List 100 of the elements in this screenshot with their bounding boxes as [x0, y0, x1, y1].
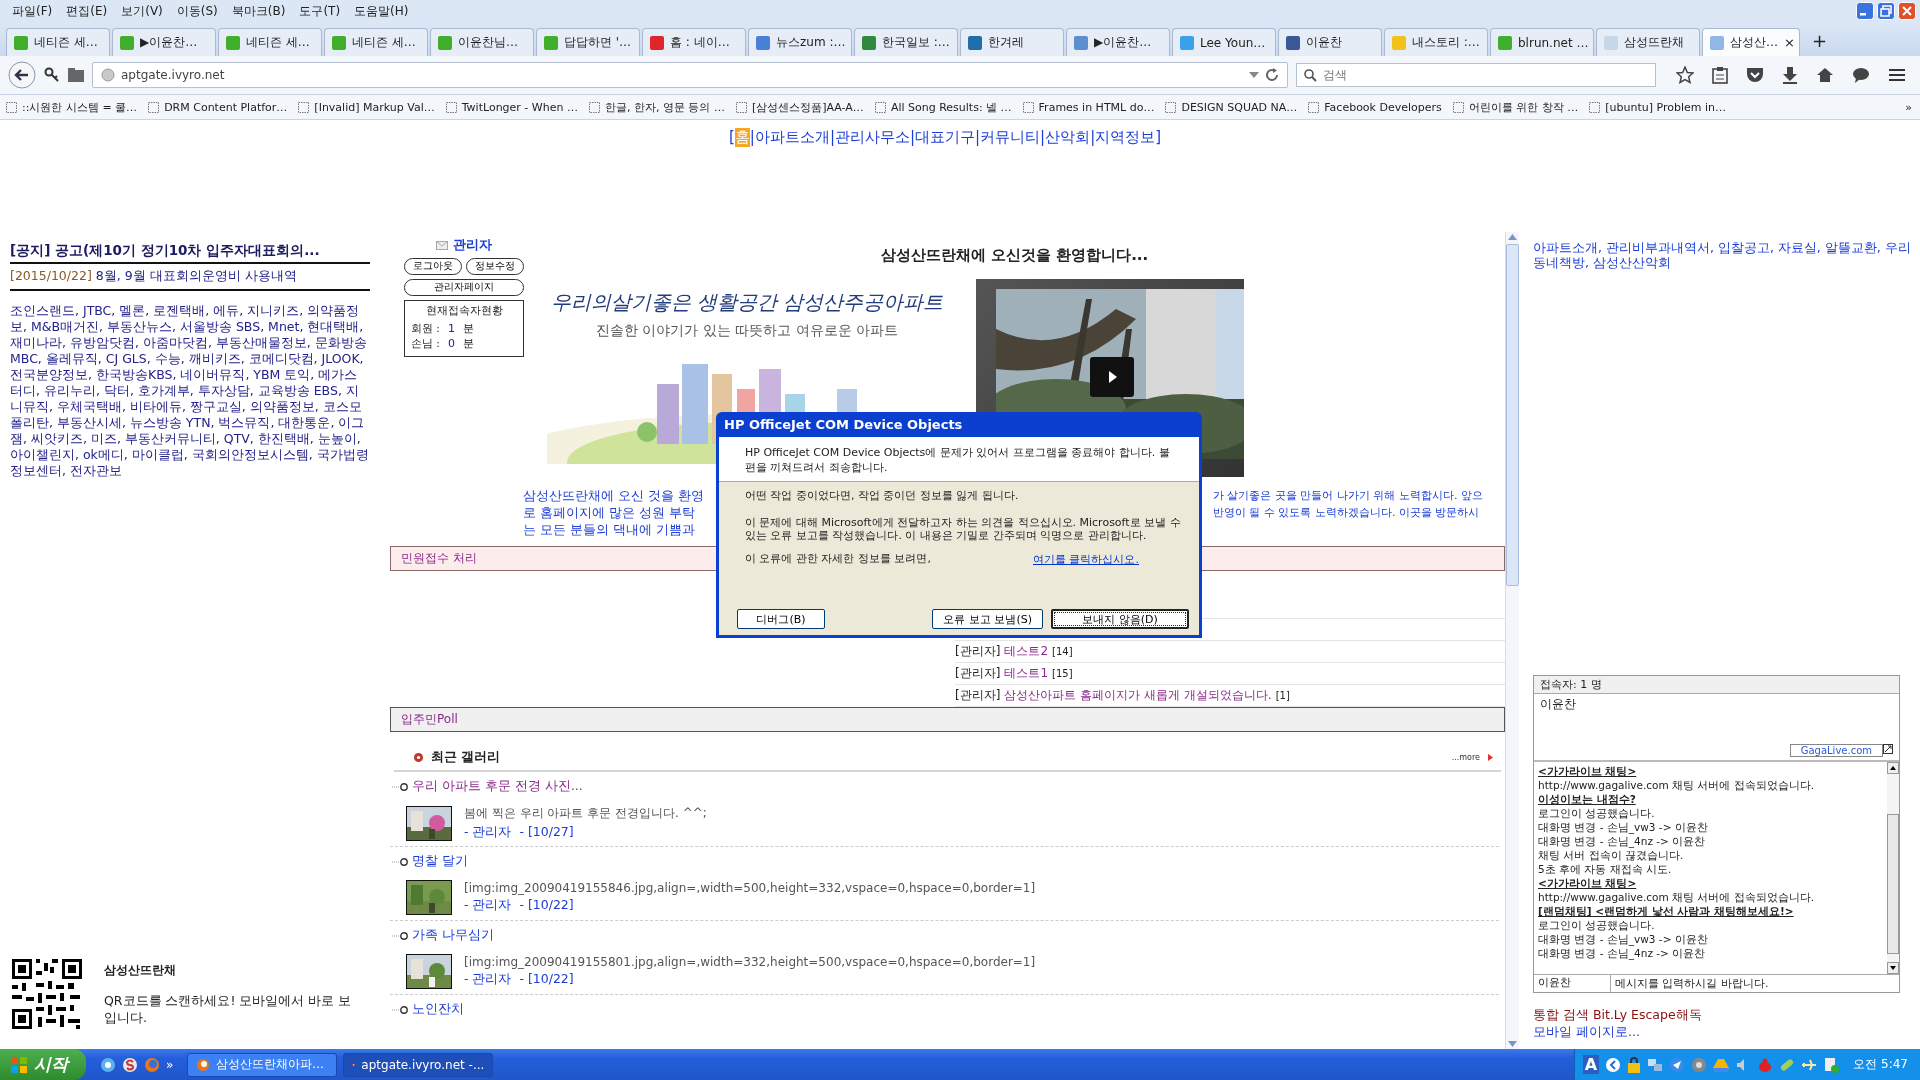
browser-tab[interactable]: 이윤찬님… [430, 28, 534, 56]
bookmark-item[interactable]: DESIGN SQUAD NA… [1165, 100, 1298, 114]
new-tab-button[interactable]: + [1802, 30, 1838, 56]
scroll-up-icon[interactable] [1887, 762, 1899, 774]
post-link[interactable]: 테스트2 [1004, 643, 1048, 660]
popout-icon[interactable] [1883, 744, 1893, 754]
dialog-button[interactable]: 보내지 않음(D) [1051, 609, 1189, 629]
gallery-post-link[interactable]: 우리 아파트 후문 전경 사진... [412, 778, 583, 795]
post-link[interactable]: 테스트1 [1004, 665, 1048, 682]
tab-close-button[interactable]: × [1784, 35, 1795, 50]
bookmark-item[interactable]: [ubuntu] Problem in… [1589, 100, 1727, 114]
notice-title[interactable]: [공지] 공고(제10기 정기10차 입주자대표회의... [10, 242, 370, 264]
browser-tab[interactable]: 삼성뜨란채 [1596, 28, 1700, 56]
back-icon[interactable] [8, 61, 36, 89]
bookmark-item[interactable]: All Song Results: 넬 … [874, 99, 1012, 115]
browser-tab[interactable]: 삼성산… × [1702, 28, 1800, 56]
bookmark-item[interactable]: [삼성센스정품]AA-A… [735, 99, 864, 115]
reload-icon[interactable] [1265, 68, 1279, 82]
more-button[interactable]: » [166, 1057, 174, 1072]
site-nav-link[interactable]: 대표기구 [915, 127, 975, 147]
browser-tab[interactable]: 한국일보 :… [854, 28, 958, 56]
scroll-down-icon[interactable] [1887, 962, 1899, 974]
bookmark-item[interactable]: ::시원한 시스템 = 쿨… [6, 99, 138, 115]
browser-tab[interactable]: 네티즌 세… [6, 28, 110, 56]
menu-item[interactable]: 도움말(H) [348, 2, 415, 20]
gallery-post-link[interactable]: 명찰 달기 [412, 853, 468, 870]
page-scrollbar[interactable] [1505, 232, 1519, 1049]
browser-tab[interactable]: blrun.net … [1490, 28, 1594, 56]
menu-item[interactable]: 파일(F) [6, 2, 59, 20]
menu-item[interactable]: 북마크(B) [225, 2, 292, 20]
board-title[interactable]: 민원접수 처리 [401, 550, 477, 567]
key-icon[interactable] [44, 67, 60, 83]
browser-tab[interactable]: 네티즌 세… [218, 28, 322, 56]
browser-tab[interactable]: 네티즌 세… [324, 28, 428, 56]
send-icon[interactable] [1669, 1056, 1686, 1073]
taskbar-button[interactable]: aptgate.ivyro.net -... [343, 1052, 494, 1077]
dialog-button[interactable]: 오류 보고 보냄(S) [932, 609, 1043, 629]
clipboard-icon[interactable] [1712, 66, 1728, 84]
menu-item[interactable]: 보기(V) [115, 2, 169, 20]
browser-tab[interactable]: 한겨레 [960, 28, 1064, 56]
menu-icon[interactable] [1888, 68, 1906, 82]
document-icon[interactable] [1823, 1056, 1840, 1073]
search-link[interactable]: 통합 검색 Bit.Ly Escape해독 [1533, 1007, 1914, 1024]
browser-tab[interactable]: 이윤찬 [1278, 28, 1382, 56]
bookmark-item[interactable]: 한글, 한자, 영문 등의 … [588, 99, 725, 115]
site-nav-link[interactable]: 지역정보 [1095, 127, 1156, 147]
bookmark-item[interactable]: 어린이를 위한 창작 … [1452, 99, 1579, 115]
menu-item[interactable]: 도구(T) [293, 2, 347, 20]
browser-tab[interactable]: 내스토리 :… [1384, 28, 1488, 56]
gallery-post-link[interactable]: 가족 나무심기 [412, 927, 494, 944]
maximize-icon[interactable] [1877, 2, 1895, 20]
post-link[interactable]: 8월, 9월 대표회의운영비 사용내역 [95, 268, 297, 283]
details-link[interactable]: 여기를 클릭하십시오. [1033, 552, 1139, 567]
site-nav-link[interactable]: 산악회 [1045, 127, 1091, 147]
bookmark-item[interactable]: Frames in HTML do… [1022, 100, 1155, 114]
input-method-indicator[interactable]: A [1582, 1055, 1600, 1074]
browser-tab[interactable]: ▶이윤찬… [1066, 28, 1170, 56]
menu-item[interactable]: 이동(S) [170, 2, 224, 20]
mobile-page-link[interactable]: 모바일 페이지로... [1533, 1024, 1914, 1041]
bookmark-item[interactable]: TwitLonger - When … [445, 100, 578, 114]
taskbar-button[interactable]: 삼성산뜨란채아파... [187, 1052, 338, 1077]
chat-icon[interactable] [1852, 67, 1870, 83]
site-nav-link[interactable]: 관리사무소 [834, 127, 910, 147]
s-logo-icon[interactable] [122, 1056, 138, 1073]
gallery-post-link[interactable]: 노인잔치 [412, 1001, 464, 1018]
lock-icon[interactable] [1627, 1056, 1642, 1073]
download-icon[interactable] [1782, 66, 1798, 84]
pocket-icon[interactable] [1746, 67, 1764, 83]
partner-links[interactable]: 조인스랜드, JTBC, 멜론, 로젠택배, 에듀, 지니키즈, 의약품정보, M&B매거진, 부동산뉴스, 서울방송 SBS, Mnet, 현대택배, 재미나라, 유방암닷컴, 아줌마닷컴, 부동산매물정보, 문화방송 MBC, 올레뮤직, CJ GLS, 수능, 깨비키즈, 코메디닷컴, JLOOK, 전국분양정보, 한국방송KBS, 네이버뮤직, YBM 토익, 메가스터디, 유리누리, 닥터, 호가계부, 투자상담, 교육방송 EBS, 지니뮤직, 우체국택배, 비타에듀, 짱구교실, 의약품정보, 코스모폴리탄, 부동산시세, 뉴스방송 YTN, 벅스뮤직, 대한통운, 이그잼, 씨앗키즈, 미즈, 부동산커뮤니티, QTV, 한진택배, 눈높이, 아이챌린지, ok메디, 마이클럽, 국회의안정보시스템, 국가법령정보센터, 전자관보 [10, 303, 370, 479]
bookmark-item[interactable]: [Invalid] Markup Val… [298, 100, 435, 114]
folder-icon[interactable] [68, 68, 84, 82]
dropdown-icon[interactable] [1249, 72, 1259, 78]
brand-link[interactable]: GagaLive.com [1789, 744, 1883, 757]
post-link[interactable]: 삼성산아파트 홈페이지가 새롭게 개설되었습니다. [1004, 687, 1272, 704]
bookmark-item[interactable]: DRM Content Platfor… [148, 100, 288, 114]
board-title[interactable]: 입주민Poll [401, 711, 458, 728]
minimize-icon[interactable] [1856, 2, 1874, 20]
browser-tab[interactable]: ▶이윤찬… [112, 28, 216, 56]
account-button[interactable]: 로그아웃 [404, 258, 462, 275]
admin-page-button[interactable]: 관리자페이지 [404, 279, 524, 296]
scrollbar-thumb[interactable] [1506, 244, 1519, 586]
browser-tab[interactable]: Lee Youn… [1172, 28, 1276, 56]
network-icon[interactable] [1647, 1056, 1664, 1073]
star-icon[interactable] [1676, 66, 1694, 84]
chat-user[interactable]: 이윤찬 [1540, 697, 1893, 712]
site-nav-link[interactable]: 아파트소개 [754, 127, 830, 147]
scrollbar-thumb[interactable] [1887, 814, 1899, 954]
address-field[interactable]: aptgate.ivyro.net [92, 62, 1288, 88]
close-icon[interactable] [1898, 2, 1916, 20]
browser-icon[interactable] [100, 1056, 116, 1073]
site-nav-link[interactable]: 커뮤니티 [980, 127, 1041, 147]
more-bookmarks-button[interactable]: » [1905, 100, 1920, 114]
bookmark-item[interactable]: Facebook Developers [1308, 100, 1442, 114]
browser-tab[interactable]: 홈 : 네이… [642, 28, 746, 56]
search-field[interactable]: 검색 [1296, 63, 1656, 87]
home-icon[interactable] [1816, 67, 1834, 83]
quick-links[interactable]: 아파트소개, 관리비부과내역서, 입찰공고, 자료실, 알뜰교환, 우리동네책방, 삼성산산악회 [1533, 240, 1914, 270]
play-button[interactable] [1090, 357, 1134, 397]
chat-scrollbar[interactable] [1887, 762, 1899, 974]
browser-tab[interactable]: 뉴스zum :… [748, 28, 852, 56]
